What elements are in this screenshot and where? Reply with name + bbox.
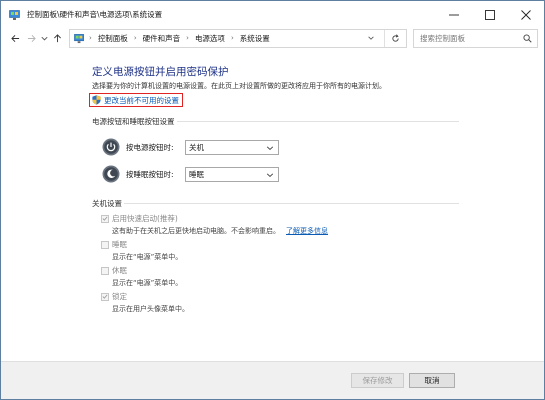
breadcrumb-label: 控制面板 <box>97 33 128 43</box>
breadcrumb-control-panel[interactable]: 控制面板 › <box>98 33 143 44</box>
search-icon <box>523 33 532 43</box>
hibernate-option-description: 显示在“电源”菜单中。 <box>112 279 183 287</box>
checkmark-icon <box>102 216 108 221</box>
sleep-button-label: 按睡眠按钮时: <box>126 169 174 179</box>
chevron-down-icon <box>40 36 48 40</box>
maximize-icon <box>485 9 495 20</box>
minimize-button[interactable] <box>436 1 472 28</box>
search-placeholder: 搜索控制面板 <box>420 33 465 43</box>
change-unavailable-settings-link[interactable]: 更改当前不可用的设置 <box>89 93 183 107</box>
breadcrumb-hardware-sound[interactable]: 硬件和声音 › <box>143 33 195 44</box>
power-button-icon <box>102 138 120 156</box>
control-panel-window: 控制面板\硬件和声音\电源选项\系统设置 › 控制面板 › 硬件和声音 › 电源… <box>0 0 545 400</box>
refresh-button[interactable] <box>384 29 406 47</box>
checkbox-box <box>101 214 109 223</box>
breadcrumb-power-options[interactable]: 电源选项 › <box>195 33 240 44</box>
shutdown-section-title: 关机设置 <box>92 199 122 208</box>
power-button-label: 按电源按钮时: <box>126 142 174 152</box>
breadcrumb-separator: › <box>230 34 234 42</box>
hibernate-option-label: 休眠 <box>112 266 127 275</box>
fast-startup-description-text: 这有助于在关机之后更快地启动电脑。不会影响重启。 <box>112 227 280 235</box>
lock-checkbox[interactable]: 锁定 <box>101 291 127 302</box>
maximize-button[interactable] <box>472 1 508 28</box>
close-icon <box>521 9 531 20</box>
fast-startup-label: 启用快速启动(推荐) <box>112 214 178 223</box>
footer-bar: 保存修改 取消 <box>1 361 544 399</box>
refresh-icon <box>392 33 399 42</box>
fast-startup-checkbox[interactable]: 启用快速启动(推荐) <box>101 213 178 224</box>
section-divider <box>124 203 459 204</box>
uac-shield-icon <box>92 95 101 105</box>
breadcrumb-separator: › <box>186 34 189 42</box>
search-input[interactable]: 搜索控制面板 <box>413 28 538 48</box>
power-button-row: 按电源按钮时: 关机 <box>102 138 279 156</box>
up-arrow-icon <box>53 33 61 42</box>
address-bar[interactable]: › 控制面板 › 硬件和声音 › 电源选项 › 系统设置 <box>69 28 407 48</box>
up-button[interactable] <box>49 29 65 47</box>
minimize-icon <box>449 14 459 15</box>
sleep-button-action-select[interactable]: 睡眠 <box>185 166 279 182</box>
title-bar: 控制面板\硬件和声音\电源选项\系统设置 <box>1 1 544 28</box>
back-arrow-icon <box>10 34 19 42</box>
close-button[interactable] <box>508 1 544 28</box>
checkbox-box <box>101 266 109 275</box>
lock-option-label: 锁定 <box>112 292 127 301</box>
navigation-bar: › 控制面板 › 硬件和声音 › 电源选项 › 系统设置 搜索控制面板 <box>1 28 544 48</box>
breadcrumb-label: 电源选项 <box>194 33 225 43</box>
cancel-button[interactable]: 取消 <box>409 373 455 388</box>
lock-option-description: 显示在用户头像菜单中。 <box>112 305 189 313</box>
chevron-down-icon <box>266 173 274 177</box>
breadcrumb-label: 硬件和声音 <box>142 33 181 43</box>
window-title: 控制面板\硬件和声音\电源选项\系统设置 <box>27 10 163 19</box>
page-title: 定义电源按钮并启用密码保护 <box>92 66 229 78</box>
sleep-button-icon <box>102 165 120 183</box>
power-button-action-select[interactable]: 关机 <box>185 139 279 155</box>
section-divider <box>177 121 459 122</box>
sleep-option-description: 显示在“电源”菜单中。 <box>112 253 183 261</box>
control-panel-icon <box>74 33 84 43</box>
forward-button[interactable] <box>23 29 39 47</box>
recent-locations-button[interactable] <box>39 29 49 47</box>
hibernate-checkbox[interactable]: 休眠 <box>101 265 127 276</box>
back-button[interactable] <box>7 29 23 47</box>
main-content: 定义电源按钮并启用密码保护 选择要为你的计算机设置的电源设置。在此页上对设置所做… <box>1 48 544 363</box>
forward-arrow-icon <box>27 34 36 42</box>
address-history-button[interactable] <box>364 30 378 47</box>
breadcrumb-separator: › <box>89 34 92 42</box>
sleep-button-row: 按睡眠按钮时: 睡眠 <box>102 165 279 183</box>
chevron-down-icon <box>266 146 274 150</box>
sleep-button-action-value: 睡眠 <box>189 169 204 179</box>
power-button-action-value: 关机 <box>189 142 204 152</box>
fast-startup-description: 这有助于在关机之后更快地启动电脑。不会影响重启。 了解更多信息 <box>112 226 328 236</box>
checkbox-box <box>101 292 109 301</box>
breadcrumb-label: 系统设置 <box>239 33 270 43</box>
breadcrumb-system-settings[interactable]: 系统设置 <box>240 33 270 44</box>
checkmark-icon <box>102 294 108 299</box>
page-description: 选择要为你的计算机设置的电源设置。在此页上对设置所做的更改将应用于你所有的电源计… <box>92 82 386 90</box>
checkbox-box <box>101 240 109 249</box>
save-changes-button[interactable]: 保存修改 <box>351 373 404 388</box>
breadcrumb-separator: › <box>133 34 137 42</box>
sleep-option-label: 睡眠 <box>112 240 127 249</box>
chevron-down-icon <box>368 36 374 40</box>
power-buttons-section-title: 电源按钮和睡眠按钮设置 <box>92 117 175 126</box>
change-unavailable-settings-label: 更改当前不可用的设置 <box>104 95 179 105</box>
sleep-checkbox[interactable]: 睡眠 <box>101 239 127 250</box>
learn-more-link[interactable]: 了解更多信息 <box>286 227 328 235</box>
control-panel-icon <box>9 9 20 20</box>
